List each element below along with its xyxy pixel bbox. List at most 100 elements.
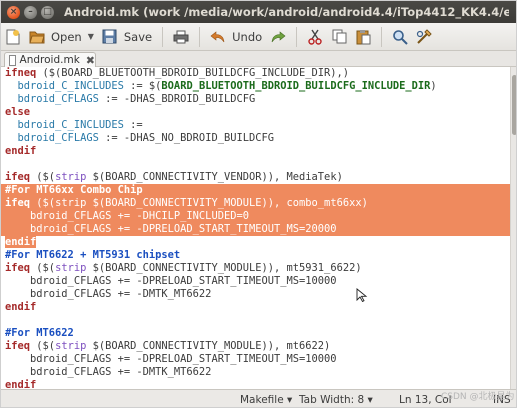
code-keyword: ifneq [5, 67, 37, 79]
chevron-down-icon: ▾ [287, 394, 293, 406]
scrollbar-thumb[interactable] [512, 75, 516, 135]
language-selector[interactable]: Makefile ▾ [240, 394, 292, 406]
tab-label: Android.mk [19, 54, 80, 66]
code-keyword: ifeq [5, 340, 31, 352]
code-keyword: endif [5, 236, 37, 248]
open-label: Open [51, 29, 82, 44]
title-bar[interactable]: × – □ Android.mk (work /media/work/andro… [1, 1, 516, 23]
code-line-selected: #For MT66xx Combo Chip [1, 184, 510, 197]
code-variable: bdroid_CFLAGS [17, 93, 99, 105]
new-document-button[interactable] [1, 25, 25, 49]
toolbar-separator [162, 26, 164, 47]
code-keyword: ifeq [5, 197, 31, 209]
maximize-window-icon[interactable]: □ [41, 5, 54, 19]
undo-icon [210, 29, 226, 45]
code-keyword: ifeq [5, 171, 31, 183]
code-line: #For MT6622 + MT5931 chipset [1, 249, 510, 262]
open-button[interactable]: Open ▼ [25, 25, 98, 49]
code-line: #For MT6622 [1, 327, 510, 340]
redo-icon [270, 29, 286, 45]
code-line: endif [1, 301, 510, 314]
code-line: ifeq ($(strip $(BOARD_CONNECTIVITY_VENDO… [5, 171, 343, 183]
printer-icon [173, 29, 189, 45]
code-line: bdroid_CFLAGS += -DMTK_MT6622 [5, 288, 212, 300]
code-line: endif [1, 379, 510, 389]
window-title: Android.mk (work /media/work/android/and… [64, 5, 509, 19]
code-function: strip [55, 340, 87, 352]
status-bar: Makefile ▾ Tab Width: 8 ▾ Ln 13, Col INS [1, 389, 516, 407]
search-button[interactable] [388, 25, 412, 49]
tab-width-label: Tab Width: 8 [299, 394, 365, 406]
cut-button[interactable] [303, 25, 327, 49]
copy-icon [331, 29, 347, 45]
code-line-selected: bdroid_CFLAGS += -DHCILP_INCLUDED=0 [1, 210, 510, 223]
code-line: bdroid_C_INCLUDES := [17, 119, 143, 131]
toolbar-separator [199, 26, 201, 47]
close-tab-icon[interactable]: ✖ [86, 54, 95, 67]
code-line-selected: ifeq ($(strip $(BOARD_CONNECTIVITY_MODUL… [1, 197, 510, 210]
code-variable: bdroid_C_INCLUDES [17, 80, 124, 92]
redo-button[interactable] [266, 25, 290, 49]
undo-label: Undo [232, 29, 263, 44]
code-keyword: endif [5, 145, 37, 157]
code-line: bdroid_CFLAGS += -DPRELOAD_START_TIMEOUT… [5, 353, 337, 365]
code-function: strip [55, 197, 87, 209]
code-function: strip [55, 171, 87, 183]
chevron-down-icon[interactable]: ▼ [88, 32, 94, 41]
toolbar: Open ▼ Save Undo [1, 23, 516, 51]
paste-icon [355, 29, 371, 45]
replace-icon [416, 28, 432, 45]
tab-bar: Android.mk ✖ [1, 51, 516, 67]
text-editor[interactable]: ifneq ($(BOARD_BLUETOOTH_BDROID_BUILDCFG… [1, 67, 511, 389]
minimize-window-icon[interactable]: – [24, 5, 37, 19]
code-line: ifneq ($(BOARD_BLUETOOTH_BDROID_BUILDCFG… [5, 67, 350, 79]
save-icon [102, 29, 118, 45]
code-line-selected: bdroid_CFLAGS += -DPRELOAD_START_TIMEOUT… [1, 223, 510, 236]
code-variable-ref: BOARD_BLUETOOTH_BDROID_BUILDCFG_INCLUDE_… [161, 80, 431, 92]
code-line: else [1, 106, 510, 119]
tab-android-mk[interactable]: Android.mk ✖ [4, 52, 96, 67]
code-line: bdroid_CFLAGS := -DHAS_NO_BDROID_BUILDCF… [17, 132, 275, 144]
scissors-icon [307, 29, 323, 45]
editor-window: × – □ Android.mk (work /media/work/andro… [0, 0, 517, 408]
undo-button[interactable]: Undo [206, 25, 266, 49]
code-line: bdroid_C_INCLUDES := $(BOARD_BLUETOOTH_B… [17, 80, 437, 92]
code-comment: #For MT6622 [5, 327, 74, 339]
code-comment: #For MT6622 + MT5931 chipset [5, 249, 181, 261]
document-icon [9, 54, 16, 66]
selection-end: endif [5, 236, 37, 248]
watermark: CSDN @北极星为 [441, 392, 515, 402]
new-document-icon [5, 29, 21, 45]
close-window-icon[interactable]: × [7, 5, 20, 19]
code-line: bdroid_CFLAGS += -DPRELOAD_START_TIMEOUT… [5, 275, 337, 287]
code-line: bdroid_CFLAGS += -DMTK_MT6622 [5, 366, 212, 378]
language-label: Makefile [240, 394, 284, 406]
code-comment: #For MT66xx Combo Chip [5, 184, 143, 196]
copy-button[interactable] [327, 25, 351, 49]
vertical-scrollbar[interactable] [511, 67, 516, 389]
code-keyword: ifeq [5, 262, 31, 274]
tab-width-selector[interactable]: Tab Width: 8 ▾ [299, 394, 373, 406]
code-line: bdroid_CFLAGS := -DHAS_BDROID_BUILDCFG [17, 93, 256, 105]
code-variable: bdroid_CFLAGS [17, 132, 99, 144]
code-keyword: else [5, 106, 31, 118]
save-button[interactable]: Save [98, 25, 156, 49]
code-line: endif [1, 145, 510, 158]
chevron-down-icon: ▾ [367, 394, 373, 406]
code-variable: bdroid_C_INCLUDES [17, 119, 124, 131]
code-keyword: endif [5, 379, 37, 389]
code-keyword: endif [5, 301, 37, 313]
toolbar-separator [381, 26, 383, 47]
code-function: strip [55, 262, 87, 274]
code-line: ifeq ($(strip $(BOARD_CONNECTIVITY_MODUL… [5, 262, 362, 274]
code-line: ifeq ($(strip $(BOARD_CONNECTIVITY_MODUL… [5, 340, 331, 352]
paste-button[interactable] [351, 25, 375, 49]
folder-open-icon [29, 29, 45, 45]
code-line-selected-partial: endif [1, 236, 510, 249]
print-button[interactable] [169, 25, 193, 49]
replace-button[interactable] [412, 25, 436, 49]
mouse-pointer-icon [356, 288, 368, 302]
toolbar-separator [296, 26, 298, 47]
